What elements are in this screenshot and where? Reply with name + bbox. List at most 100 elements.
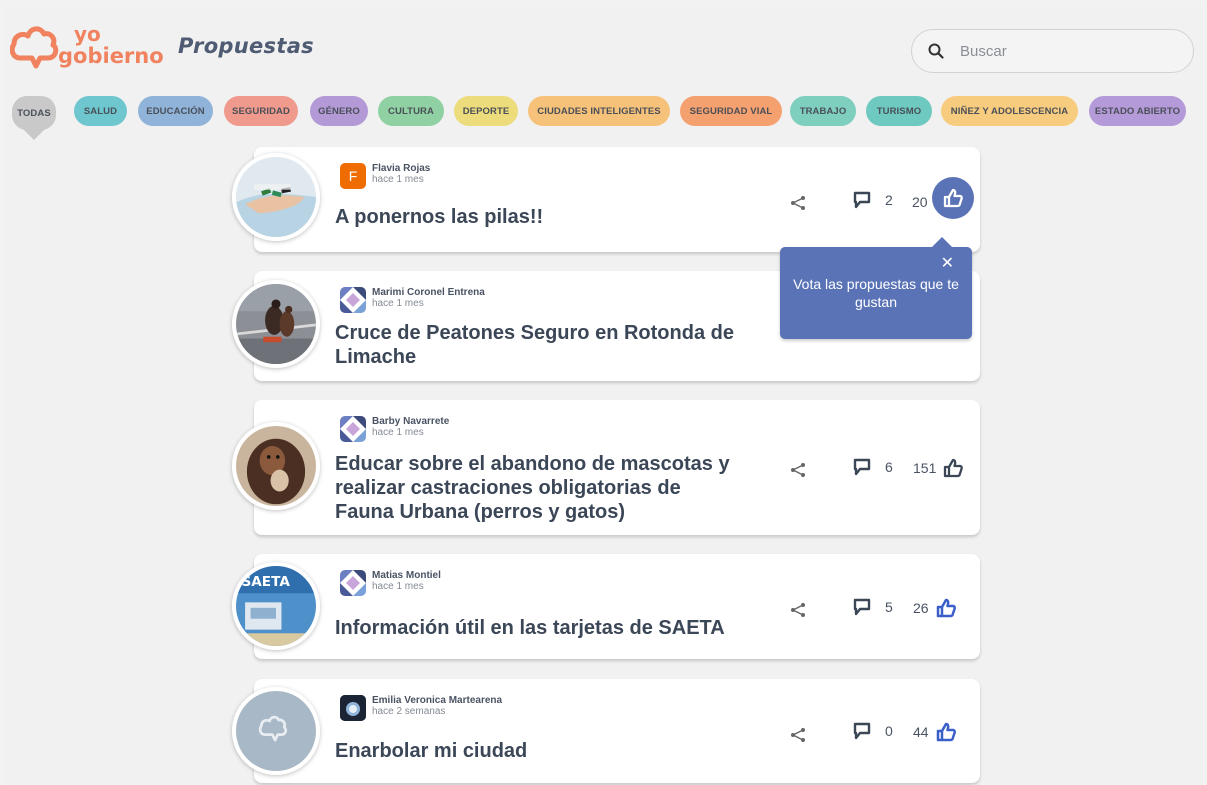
logo-top-text: yo xyxy=(74,22,101,46)
vote-count: 151 xyxy=(913,460,937,476)
batteries-image xyxy=(236,157,316,237)
category-label: NIÑEZ Y ADOLESCENCIA xyxy=(950,105,1069,117)
avatar-pattern-icon xyxy=(340,416,366,442)
category-label: TODAS xyxy=(17,107,51,119)
proposal-thumbnail xyxy=(232,153,320,241)
comment-count: 6 xyxy=(885,459,893,475)
comment-icon xyxy=(853,191,871,209)
category-chip-seguridad-vial[interactable]: SEGURIDAD VIAL xyxy=(680,96,782,126)
post-time: hace 1 mes xyxy=(372,427,424,438)
comments[interactable]: 5 xyxy=(852,597,893,617)
votes[interactable]: 26 xyxy=(913,597,957,619)
saeta-card-photo: SAETA xyxy=(236,566,316,646)
proposal-author: Matias Montiel hace 1 mes xyxy=(340,570,441,596)
comments[interactable]: 0 xyxy=(852,721,893,741)
category-chip-estado-abierto[interactable]: ESTADO ABIERTO xyxy=(1089,96,1186,126)
like-button[interactable] xyxy=(931,177,974,219)
thumbs-up-icon[interactable] xyxy=(935,721,957,743)
proposal-author: Emilia Veronica Martearena hace 2 semana… xyxy=(340,695,502,721)
category-chip-seguridad[interactable]: SEGURIDAD xyxy=(224,96,298,126)
proposal-author: Marimi Coronel Entrena hace 1 mes xyxy=(340,287,485,313)
category-chip-ciudades-inteligentes[interactable]: CIUDADES INTELIGENTES xyxy=(528,96,670,126)
avatar-initial: F xyxy=(348,168,358,184)
comments[interactable]: 2 xyxy=(852,190,893,210)
avatar-pattern-icon xyxy=(340,570,366,596)
share-icon[interactable] xyxy=(790,602,806,618)
proposal-title[interactable]: Enarbolar mi ciudad xyxy=(335,739,745,763)
proposal-thumbnail xyxy=(232,422,320,510)
comment-icon xyxy=(853,458,871,476)
category-chip-genero[interactable]: GÉNERO xyxy=(310,96,368,126)
category-chip-trabajo[interactable]: TRABAJO xyxy=(790,96,856,126)
author-name[interactable]: Emilia Veronica Martearena xyxy=(372,695,502,706)
votes[interactable]: 151 xyxy=(913,457,964,479)
search-box[interactable] xyxy=(911,29,1194,73)
share-icon[interactable] xyxy=(790,727,806,743)
author-name[interactable]: Flavia Rojas xyxy=(372,163,430,174)
saeta-text: SAETA xyxy=(241,574,290,590)
share-icon[interactable] xyxy=(790,195,806,211)
proposal-thumbnail xyxy=(232,280,320,368)
author-name[interactable]: Marimi Coronel Entrena xyxy=(372,287,485,298)
category-label: SEGURIDAD VIAL xyxy=(689,105,773,117)
proposal-card[interactable]: SAETA Matias Montiel hace 1 mes Informac… xyxy=(232,554,980,659)
author-name[interactable]: Matias Montiel xyxy=(372,570,441,581)
votes[interactable]: 44 xyxy=(913,721,957,743)
logo-icon: yo gobierno xyxy=(10,22,164,69)
proposal-card[interactable]: Barby Navarrete hace 1 mes Educar sobre … xyxy=(232,400,980,535)
category-chip-todas[interactable]: TODAS xyxy=(12,96,56,130)
avatar xyxy=(340,695,366,721)
avatar xyxy=(340,570,366,596)
category-chip-turismo[interactable]: TURISMO xyxy=(866,96,932,126)
avatar-pattern-icon xyxy=(340,287,366,313)
tooltip-text: Vota las propuestas que te gustan xyxy=(793,276,959,310)
category-label: SEGURIDAD xyxy=(232,105,290,117)
category-chip-deporte[interactable]: DEPORTE xyxy=(454,96,518,126)
vote-count: 20 xyxy=(912,194,928,210)
comments[interactable]: 6 xyxy=(852,457,893,477)
avatar-photo-icon xyxy=(340,695,366,721)
thumbs-up-icon[interactable] xyxy=(942,457,964,479)
proposal-title[interactable]: A ponernos las pilas!! xyxy=(335,205,745,229)
category-label: CIUDADES INTELIGENTES xyxy=(537,105,661,117)
thumbs-up-icon[interactable] xyxy=(935,597,957,619)
proposal-thumbnail: SAETA xyxy=(232,562,320,650)
category-label: TRABAJO xyxy=(799,105,847,117)
comment-icon xyxy=(853,722,871,740)
votes[interactable]: 20 xyxy=(912,177,974,219)
author-name[interactable]: Barby Navarrete xyxy=(372,416,449,427)
share-icon[interactable] xyxy=(790,462,806,478)
comment-count: 0 xyxy=(885,723,893,739)
proposal-card[interactable]: Emilia Veronica Martearena hace 2 semana… xyxy=(232,679,980,783)
vote-count: 26 xyxy=(913,600,929,616)
close-icon[interactable]: ✕ xyxy=(941,253,954,273)
placeholder-image xyxy=(236,691,316,771)
proposal-card[interactable]: F Flavia Rojas hace 1 mes A ponernos las… xyxy=(232,147,980,252)
category-label: EDUCACIÓN xyxy=(146,105,205,117)
proposal-title[interactable]: Información útil en las tarjetas de SAET… xyxy=(335,616,745,640)
avatar xyxy=(340,416,366,442)
post-time: hace 2 semanas xyxy=(372,706,446,717)
category-chip-cultura[interactable]: CULTURA xyxy=(378,96,444,126)
post-time: hace 1 mes xyxy=(372,174,424,185)
category-chip-educacion[interactable]: EDUCACIÓN xyxy=(138,96,213,126)
comment-count: 2 xyxy=(885,192,893,208)
proposal-author: F Flavia Rojas hace 1 mes xyxy=(340,163,430,189)
comment-icon xyxy=(853,598,871,616)
proposal-thumbnail xyxy=(232,687,320,775)
dog-photo xyxy=(236,426,316,506)
logo-bottom-text: gobierno xyxy=(58,44,164,68)
post-time: hace 1 mes xyxy=(372,298,424,309)
proposal-title[interactable]: Cruce de Peatones Seguro en Rotonda de L… xyxy=(335,321,755,369)
category-chip-salud[interactable]: SALUD xyxy=(74,96,127,126)
category-label: SALUD xyxy=(83,105,118,117)
post-time: hace 1 mes xyxy=(372,581,424,592)
vote-count: 44 xyxy=(913,724,929,740)
search-input[interactable] xyxy=(960,42,1160,60)
proposal-author: Barby Navarrete hace 1 mes xyxy=(340,416,449,442)
vote-tooltip: ✕ Vota las propuestas que te gustan xyxy=(780,237,972,339)
proposal-title[interactable]: Educar sobre el abandono de mascotas y r… xyxy=(335,452,745,524)
header: yo gobierno Propuestas xyxy=(10,18,1195,78)
logo[interactable]: yo gobierno xyxy=(10,18,175,78)
category-chip-ninez[interactable]: NIÑEZ Y ADOLESCENCIA xyxy=(941,96,1078,126)
